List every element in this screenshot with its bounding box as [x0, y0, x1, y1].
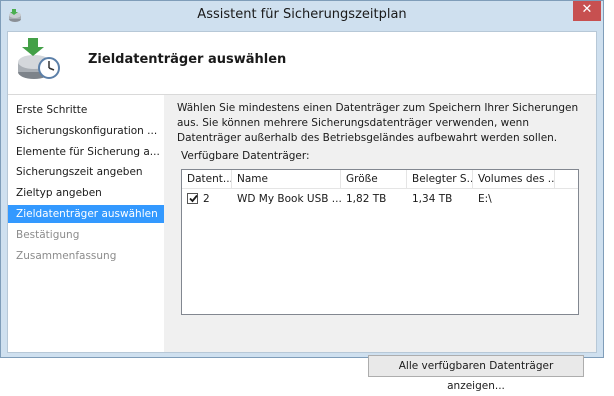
column-header-name[interactable]: Name [232, 170, 341, 188]
close-icon: ✕ [581, 2, 593, 17]
nav-item-zieltyp[interactable]: Zieltyp angeben [8, 184, 164, 202]
nav-item-zusammenfassung: Zusammenfassung [16, 250, 117, 262]
available-disks-label: Verfügbare Datenträger: [181, 150, 310, 162]
instructions-text: Wählen Sie mindestens einen Datenträger … [177, 102, 579, 144]
close-button[interactable]: ✕ [573, 1, 601, 21]
title-bar[interactable]: Assistent für Sicherungszeitplan ✕ [1, 1, 603, 31]
checkmark-icon [189, 194, 198, 203]
wizard-window: Assistent für Sicherungszeitplan ✕ Zield… [0, 0, 604, 392]
wizard-body: Zieldatenträger auswählen Erste Schritte… [7, 31, 597, 392]
cell-disk: 2 [203, 193, 210, 205]
wizard-nav: Erste Schritte Sicherungskonfiguration .… [8, 95, 164, 352]
page-title: Zieldatenträger auswählen [88, 52, 287, 67]
column-header-size[interactable]: Größe [341, 170, 407, 188]
nav-item-elemente[interactable]: Elemente für Sicherung a... [8, 143, 164, 161]
content-panel: Wählen Sie mindestens einen Datenträger … [164, 95, 596, 392]
show-all-disks-button[interactable]: Alle verfügbaren Datenträger anzeigen... [368, 355, 584, 392]
disk-list[interactable]: Datent... Name Größe Belegter S... Volum… [181, 169, 579, 315]
table-row[interactable]: 2 WD My Book USB ... 1,82 TB 1,34 TB E:\ [182, 190, 578, 208]
column-header-used[interactable]: Belegter S... [407, 170, 473, 188]
column-header-volumes[interactable]: Volumes des ... [473, 170, 555, 188]
nav-item-zieldatentraeger[interactable]: Zieldatenträger auswählen [8, 205, 164, 223]
cell-name: WD My Book USB ... [237, 193, 342, 205]
backup-schedule-icon [14, 36, 62, 84]
wizard-header: Zieldatenträger auswählen [8, 32, 596, 95]
cell-used: 1,34 TB [412, 193, 453, 205]
column-header-disk[interactable]: Datent... [182, 170, 232, 188]
nav-item-bestaetigung: Bestätigung [16, 229, 80, 241]
disk-checkbox[interactable] [187, 193, 198, 204]
nav-item-sicherungszeit[interactable]: Sicherungszeit angeben [8, 163, 164, 181]
nav-item-erste-schritte[interactable]: Erste Schritte [8, 101, 164, 119]
window-title: Assistent für Sicherungszeitplan [197, 7, 407, 22]
nav-item-sicherungskonfiguration[interactable]: Sicherungskonfiguration ... [8, 122, 164, 140]
disk-list-header: Datent... Name Größe Belegter S... Volum… [182, 170, 578, 189]
cell-size: 1,82 TB [346, 193, 387, 205]
cell-volumes: E:\ [478, 193, 492, 205]
